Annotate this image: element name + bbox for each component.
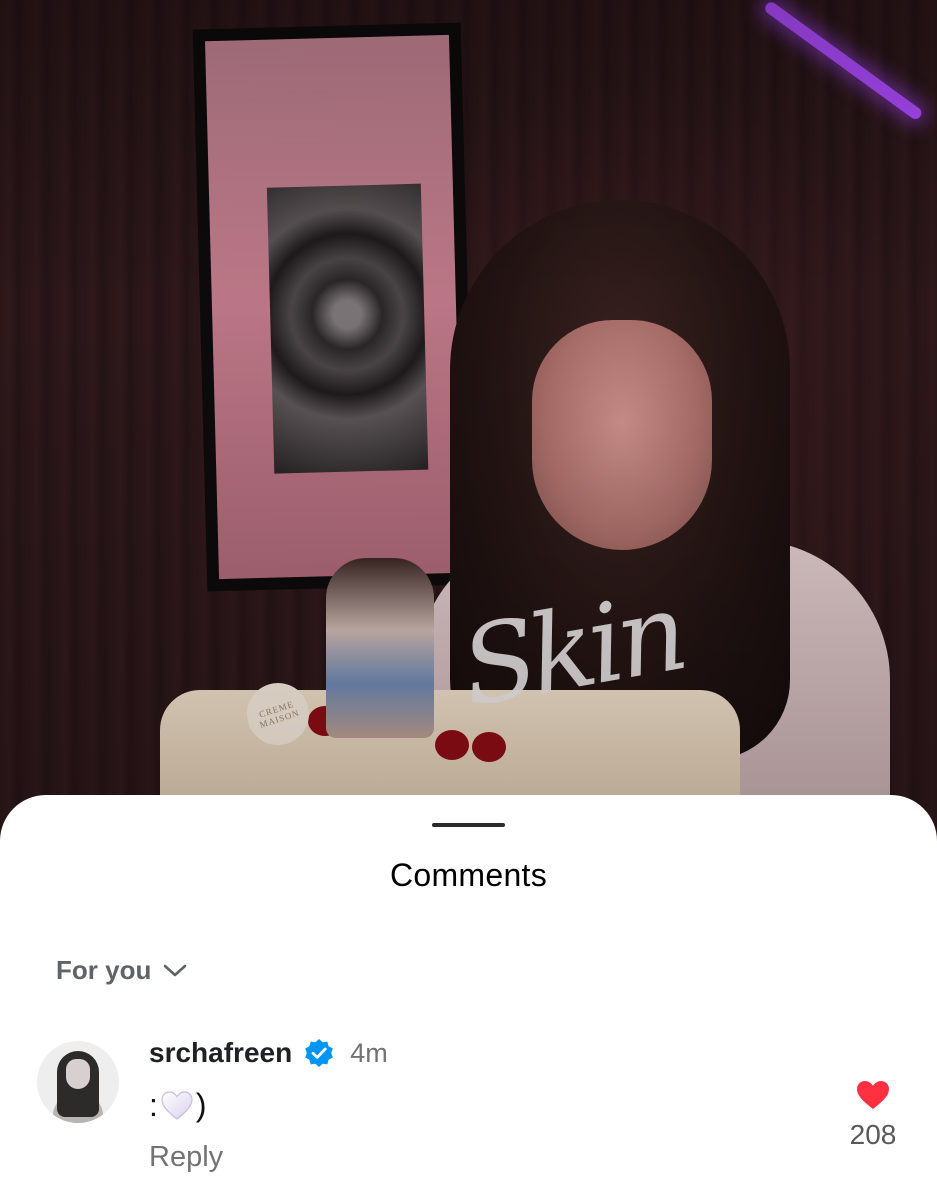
comment-header: srchafreen 4m — [149, 1037, 388, 1069]
sheet-title: Comments — [389, 857, 548, 893]
frame-mat — [205, 34, 463, 580]
post-photo: CREME MAISON Skin — [0, 0, 937, 860]
comment-item: srchafreen 4m :) Reply 208 — [0, 1035, 937, 1195]
cherry — [308, 706, 342, 736]
cherry — [472, 732, 506, 762]
cake-badge: CREME MAISON — [238, 674, 318, 754]
drag-handle[interactable] — [432, 823, 505, 827]
chevron-down-icon — [163, 964, 187, 978]
comments-sheet: Comments For you srchafreen 4m :) Reply… — [0, 795, 937, 1200]
neon-light — [762, 0, 924, 122]
comment-text: : ) — [149, 1087, 207, 1124]
like-count: 208 — [849, 1119, 897, 1150]
avatar[interactable] — [37, 1041, 119, 1123]
avatar-face — [66, 1059, 90, 1089]
comment-text-prefix: : — [149, 1087, 158, 1123]
heart-icon — [855, 1079, 891, 1111]
comment-filter-dropdown[interactable]: For you — [56, 955, 187, 986]
frame-print — [266, 183, 429, 474]
wall-frame — [192, 22, 476, 592]
cherry — [435, 730, 469, 760]
person-face — [532, 320, 712, 550]
person — [420, 200, 900, 840]
cake-photo-topper — [326, 558, 434, 738]
comment-text-suffix: ) — [195, 1087, 207, 1123]
username[interactable]: srchafreen — [149, 1037, 292, 1069]
verified-badge-icon — [304, 1038, 334, 1068]
filter-label: For you — [56, 955, 152, 985]
reply-button[interactable]: Reply — [149, 1141, 223, 1174]
person-hair — [450, 200, 790, 760]
like-button[interactable] — [855, 1079, 891, 1111]
white-heart-emoji-icon — [158, 1090, 196, 1122]
comment-time: 4m — [350, 1037, 388, 1068]
cake-topper-text: Skin — [452, 569, 691, 732]
